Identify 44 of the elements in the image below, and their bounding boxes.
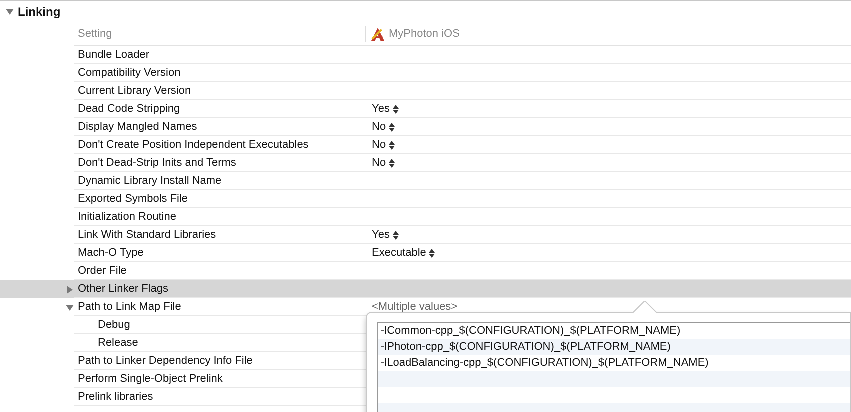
setting-name: Path to Linker Dependency Info File	[78, 355, 253, 367]
setting-value[interactable]: Executable	[372, 247, 426, 259]
setting-name: Display Mangled Names	[78, 121, 198, 133]
section-title: Linking	[18, 5, 61, 19]
disclosure-triangle-icon[interactable]	[66, 304, 74, 312]
setting-value[interactable]: Yes	[372, 103, 390, 115]
setting-name: Perform Single-Object Prelink	[78, 373, 223, 385]
setting-name: Mach-O Type	[78, 247, 144, 259]
stepper-arrows-icon[interactable]	[389, 158, 396, 168]
column-header: Setting	[77, 28, 114, 40]
setting-name: Dead Code Stripping	[78, 103, 180, 115]
stepper-arrows-icon[interactable]	[389, 122, 396, 132]
setting-value: <Multiple values>	[372, 301, 458, 313]
linker-flag-text: -lLoadBalancing-cpp_$(CONFIGURATION)_$(PLATFORM_NAME)	[381, 357, 709, 369]
flags-text-area[interactable]: -lCommon-cpp_$(CONFIGURATION)_$(PLATFORM_NAME) -lPhoton-cpp_$(CONFIGURATION)_$(PLATFORM_NAME) -lLoadBalancing-cpp_$(CONFIGURATION)_$(PLATFORM_NAME)	[377, 322, 850, 412]
setting-name: Compatibility Version	[78, 67, 181, 79]
setting-name: Dynamic Library Install Name	[78, 175, 222, 187]
setting-value[interactable]: Yes	[372, 229, 390, 241]
setting-value[interactable]: No	[372, 121, 386, 133]
setting-value[interactable]: No	[372, 157, 386, 169]
stepper-arrows-icon[interactable]	[429, 248, 436, 258]
stepper-arrows-icon[interactable]	[389, 140, 396, 150]
setting-name: Other Linker Flags	[78, 283, 168, 295]
setting-name: Don't Dead-Strip Inits and Terms	[78, 157, 236, 169]
setting-name: Release	[98, 337, 138, 349]
setting-name: Initialization Routine	[78, 211, 176, 223]
disclosure-triangle-icon[interactable]	[6, 8, 14, 16]
setting-name: Order File	[78, 265, 127, 277]
setting-name: Path to Link Map File	[78, 301, 182, 313]
setting-name: Prelink libraries	[78, 391, 154, 403]
linker-flag-text: -lPhoton-cpp_$(CONFIGURATION)_$(PLATFORM_NAME)	[381, 341, 671, 353]
setting-name: Link With Standard Libraries	[78, 229, 216, 241]
setting-name: Exported Symbols File	[78, 193, 188, 205]
stepper-arrows-icon[interactable]	[392, 104, 399, 114]
stepper-arrows-icon[interactable]	[392, 230, 399, 240]
setting-value[interactable]: No	[372, 139, 386, 151]
setting-name: Bundle Loader	[78, 49, 150, 61]
setting-name: Debug	[98, 319, 130, 331]
linker-flag-text: -lCommon-cpp_$(CONFIGURATION)_$(PLATFORM_NAME)	[381, 325, 681, 337]
disclosure-triangle-icon[interactable]	[66, 286, 74, 294]
column-header: MyPhoton iOS	[389, 28, 460, 40]
setting-name: Current Library Version	[78, 85, 192, 97]
app-icon	[370, 26, 386, 42]
setting-name: Don't Create Position Independent Executables	[78, 139, 309, 151]
